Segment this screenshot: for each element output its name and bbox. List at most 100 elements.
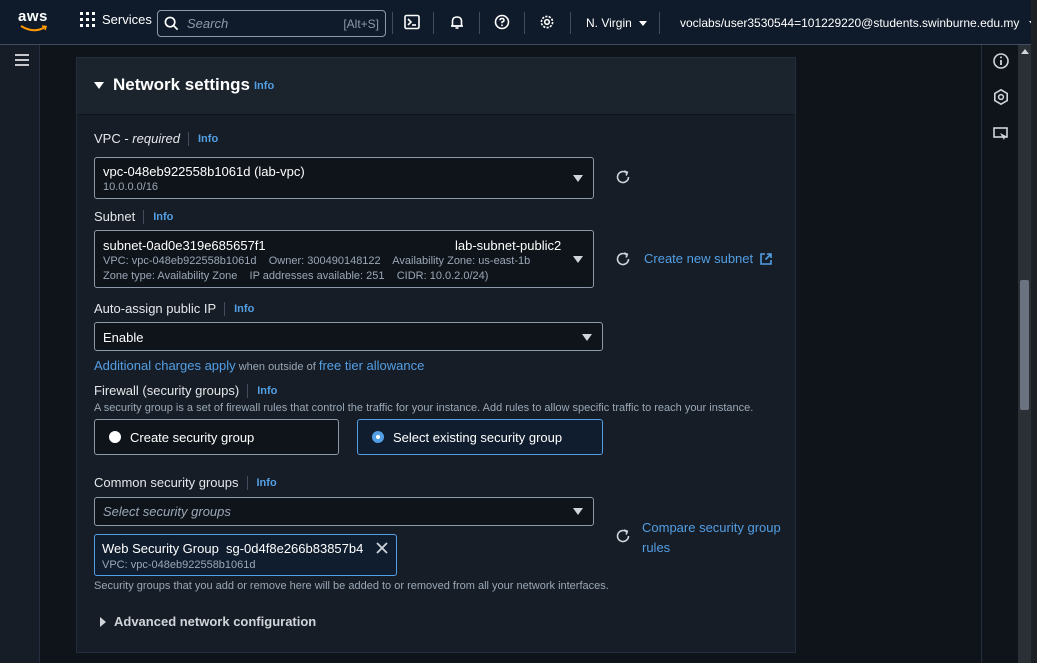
select-existing-security-group-option[interactable]: Select existing security group [357, 419, 603, 455]
subnet-id: subnet-0ad0e319e685657f1 [103, 238, 266, 253]
security-groups-note: Security groups that you add or remove h… [94, 580, 609, 592]
aws-logo-text: aws [18, 8, 48, 25]
subnet-details-line: VPC: vpc-048eb922558b1061d Owner: 300490… [103, 255, 531, 267]
page-scrollbar[interactable] [1018, 45, 1031, 663]
chevron-down-icon [638, 20, 647, 26]
subnet-label: Subnet Info [94, 209, 173, 224]
create-security-group-option[interactable]: Create security group [94, 419, 339, 455]
refresh-subnet-icon[interactable] [615, 251, 631, 267]
menu-hamburger-icon[interactable] [15, 54, 29, 66]
info-circle-icon[interactable] [992, 52, 1010, 70]
screen-tutorial-icon[interactable] [992, 125, 1010, 143]
account-menu[interactable]: voclabs/user3530544=101229220@students.s… [680, 16, 1037, 30]
close-icon[interactable] [375, 541, 389, 555]
subnet-details-line: Zone type: Availability Zone IP addresse… [103, 270, 489, 282]
nav-divider [570, 12, 571, 34]
create-security-group-label: Create security group [130, 429, 255, 445]
firewall-description: A security group is a set of firewall ru… [94, 402, 754, 414]
nav-divider [392, 12, 393, 34]
additional-charges-link[interactable]: Additional charges apply [94, 358, 236, 373]
subnet-label-text: Subnet [94, 209, 136, 224]
public-ip-label-text: Auto-assign public IP [94, 301, 217, 316]
selected-security-group-token: Web Security Group sg-0d4f8e266b83857b4 … [94, 534, 397, 576]
right-side-rail [981, 45, 1018, 663]
dropdown-caret-icon [573, 175, 583, 182]
region-label: N. Virgin [586, 16, 632, 30]
search-input[interactable]: Search [Alt+S] [157, 10, 386, 37]
nav-divider [524, 12, 525, 34]
help-icon[interactable] [493, 13, 511, 31]
aws-smile-icon [20, 25, 48, 32]
collapse-caret-icon[interactable] [94, 82, 104, 89]
public-ip-value: Enable [103, 330, 144, 345]
compare-link-line: rules [642, 540, 671, 555]
external-link-icon [760, 252, 772, 265]
refresh-vpc-icon[interactable] [615, 169, 631, 185]
nav-divider [479, 12, 480, 34]
radio-button-selected[interactable] [372, 431, 384, 443]
dropdown-caret-icon [582, 334, 592, 341]
grid-icon [80, 12, 95, 27]
vpc-value: vpc-048eb922558b1061d (lab-vpc) [103, 164, 305, 179]
dropdown-caret-icon [573, 508, 583, 515]
scrollbar-thumb[interactable] [1020, 280, 1029, 410]
subnet-info-link[interactable]: Info [153, 211, 173, 223]
expand-caret-icon [100, 616, 106, 627]
public-ip-info-link[interactable]: Info [234, 303, 254, 315]
compare-security-group-rules-link[interactable]: Compare security group rules [642, 518, 781, 558]
window-frame-edge [1031, 0, 1037, 663]
panel-title: Network settings [113, 75, 250, 94]
vpc-cidr: 10.0.0.0/16 [103, 181, 159, 193]
search-icon [164, 16, 179, 31]
network-info-link[interactable]: Info [254, 80, 274, 92]
firewall-label-text: Firewall (security groups) [94, 383, 240, 398]
free-tier-link[interactable]: free tier allowance [319, 358, 425, 373]
charges-note: Additional charges apply when outside of… [94, 357, 424, 375]
refresh-security-groups-icon[interactable] [615, 528, 631, 544]
public-ip-label: Auto-assign public IP Info [94, 301, 254, 316]
public-ip-select[interactable]: Enable [94, 322, 603, 351]
vpc-select[interactable]: vpc-048eb922558b1061d (lab-vpc) 10.0.0.0… [94, 157, 594, 199]
firewall-info-link[interactable]: Info [257, 385, 277, 397]
advanced-network-configuration-label: Advanced network configuration [114, 614, 317, 629]
radio-button[interactable] [109, 431, 121, 443]
security-groups-placeholder: Select security groups [103, 504, 231, 519]
subnet-select[interactable]: subnet-0ad0e319e685657f1 lab-subnet-publ… [94, 230, 594, 288]
vpc-info-link[interactable]: Info [198, 133, 218, 145]
left-side-rail [0, 45, 40, 663]
common-security-groups-info-link[interactable]: Info [257, 477, 277, 489]
token-vpc: VPC: vpc-048eb922558b1061d [102, 559, 256, 571]
token-group-name: Web Security Group [102, 541, 219, 556]
top-navigation-bar: aws Services Search [Alt+S] N. Virgin vo… [0, 0, 1037, 45]
vpc-label: VPC - required Info [94, 131, 218, 146]
common-security-groups-label: Common security groups Info [94, 475, 277, 490]
vpc-required-text: required [132, 131, 180, 146]
services-label: Services [102, 12, 152, 27]
region-selector[interactable]: N. Virgin [586, 16, 647, 30]
nav-divider [659, 12, 660, 34]
nav-divider [433, 12, 434, 34]
services-menu-button[interactable]: Services [80, 12, 152, 27]
advanced-network-configuration-toggle[interactable]: Advanced network configuration [100, 614, 316, 629]
charges-text: when outside of [235, 361, 319, 373]
token-group-id: sg-0d4f8e266b83857b4 [226, 541, 364, 556]
vpc-label-prefix: VPC - [94, 131, 129, 146]
aws-logo[interactable]: aws [18, 8, 52, 36]
common-security-groups-label-text: Common security groups [94, 475, 239, 490]
create-subnet-link[interactable]: Create new subnet [644, 251, 773, 266]
dropdown-caret-icon [573, 256, 583, 263]
panel-header[interactable]: Network settings Info [77, 58, 795, 115]
subnet-name: lab-subnet-public2 [455, 238, 562, 253]
security-groups-select[interactable]: Select security groups [94, 497, 594, 526]
scroll-up-arrow-icon[interactable] [1021, 49, 1029, 54]
settings-gear-icon[interactable] [538, 13, 556, 31]
select-existing-security-group-label: Select existing security group [393, 429, 563, 445]
cloudshell-icon[interactable] [403, 13, 421, 31]
hexagon-feedback-icon[interactable] [992, 88, 1010, 106]
search-placeholder: Search [187, 16, 229, 31]
firewall-label: Firewall (security groups) Info [94, 383, 277, 398]
compare-link-line: Compare security group [642, 520, 781, 535]
create-subnet-label: Create new subnet [644, 251, 754, 266]
notifications-bell-icon[interactable] [448, 13, 466, 31]
account-label: voclabs/user3530544=101229220@students.s… [680, 16, 1020, 30]
